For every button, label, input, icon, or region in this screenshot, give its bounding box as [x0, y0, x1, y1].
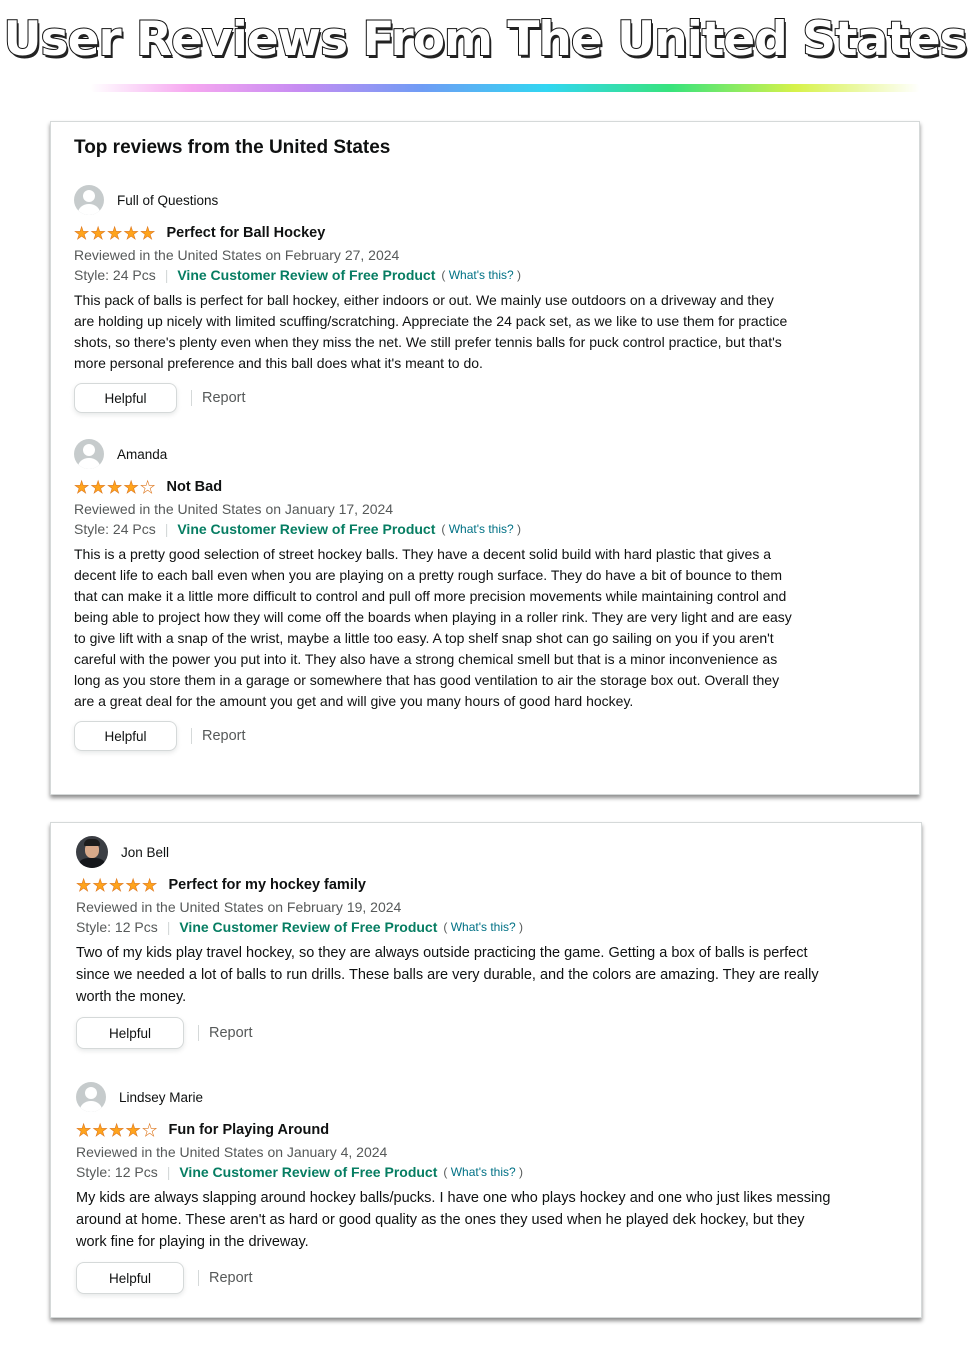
star-empty-icon: ★ [140, 477, 156, 497]
star-rating[interactable]: ★ ★ ★ ★ ★ [76, 1120, 159, 1140]
review-date: Reviewed in the United States on January… [74, 501, 394, 517]
reviewer-profile[interactable]: Lindsey Marie [76, 1081, 836, 1113]
star-filled-icon: ★ [92, 1120, 108, 1140]
whats-this: ( What's this? ) [441, 268, 522, 282]
star-filled-icon: ★ [76, 875, 92, 895]
star-filled-icon: ★ [142, 875, 158, 895]
review-title[interactable]: Perfect for my hockey family [169, 877, 366, 893]
star-filled-icon: ★ [125, 1120, 141, 1140]
helpful-button[interactable]: Helpful [74, 383, 177, 413]
separator: | [164, 521, 169, 537]
star-empty-icon: ★ [142, 1120, 158, 1140]
review-body: Two of my kids play travel hockey, so th… [76, 945, 819, 1005]
whats-this-link[interactable]: What's this? [451, 920, 516, 934]
helpful-button[interactable]: Helpful [74, 721, 177, 751]
style-variant[interactable]: Style: 12 Pcs [76, 917, 158, 938]
whats-this-link[interactable]: What's this? [449, 522, 514, 536]
reviews-card-2: Jon Bell ★ ★ ★ ★ ★ Perfect for my hockey fam… [50, 822, 922, 1318]
star-filled-icon: ★ [74, 223, 90, 243]
star-rating[interactable]: ★ ★ ★ ★ ★ [76, 875, 159, 895]
whats-this-link[interactable]: What's this? [451, 1165, 516, 1179]
star-filled-icon: ★ [74, 477, 90, 497]
divider [198, 1270, 199, 1286]
reviewer-name: Amanda [117, 446, 168, 462]
whats-this: ( What's this? ) [443, 920, 524, 934]
divider [198, 1025, 199, 1041]
separator: | [166, 1164, 171, 1180]
reviewer-name: Full of Questions [117, 192, 219, 208]
vine-badge: Vine Customer Review of Free Product [177, 267, 436, 283]
star-filled-icon: ★ [109, 875, 125, 895]
review-title[interactable]: Perfect for Ball Hockey [167, 225, 326, 241]
star-filled-icon: ★ [90, 477, 106, 497]
divider [191, 728, 192, 744]
review-date: Reviewed in the United States on Februar… [74, 247, 400, 263]
report-link[interactable]: Report [202, 390, 246, 406]
star-filled-icon: ★ [107, 223, 123, 243]
star-rating[interactable]: ★ ★ ★ ★ ★ [74, 223, 157, 243]
reviewer-profile[interactable]: Amanda [74, 438, 794, 470]
banner-title: User Reviews From The United States [2, 11, 968, 68]
review: Amanda ★ ★ ★ ★ ★ Not Bad Reviewed in the Uni… [74, 438, 794, 751]
star-filled-icon: ★ [109, 1120, 125, 1140]
default-avatar-icon [74, 185, 104, 215]
divider [191, 390, 192, 406]
reviewer-profile[interactable]: Jon Bell [76, 836, 836, 868]
default-avatar-icon [74, 439, 104, 469]
review: Full of Questions ★ ★ ★ ★ ★ Perfect for Ball… [74, 184, 794, 413]
vine-badge: Vine Customer Review of Free Product [179, 1164, 438, 1180]
reviewer-name: Jon Bell [121, 844, 170, 860]
profile-photo-avatar [76, 836, 108, 868]
report-link[interactable]: Report [202, 728, 246, 744]
separator: | [164, 267, 169, 283]
whats-this: ( What's this? ) [441, 522, 522, 536]
star-filled-icon: ★ [123, 477, 139, 497]
style-variant[interactable]: Style: 24 Pcs [74, 265, 156, 286]
report-link[interactable]: Report [209, 1270, 253, 1286]
star-filled-icon: ★ [140, 223, 156, 243]
reviewer-name: Lindsey Marie [119, 1089, 204, 1105]
vine-badge: Vine Customer Review of Free Product [177, 521, 436, 537]
star-rating[interactable]: ★ ★ ★ ★ ★ [74, 477, 157, 497]
vine-badge: Vine Customer Review of Free Product [179, 919, 438, 935]
review-date: Reviewed in the United States on January… [76, 1144, 388, 1160]
star-filled-icon: ★ [76, 1120, 92, 1140]
review: Jon Bell ★ ★ ★ ★ ★ Perfect for my hockey fam… [76, 836, 836, 1049]
whats-this-link[interactable]: What's this? [449, 268, 514, 282]
style-variant[interactable]: Style: 24 Pcs [74, 519, 156, 540]
star-filled-icon: ★ [92, 875, 108, 895]
review: Lindsey Marie ★ ★ ★ ★ ★ Fun for Playing Arou… [76, 1081, 836, 1294]
section-title: Top reviews from the United States [74, 137, 391, 158]
style-variant[interactable]: Style: 12 Pcs [76, 1162, 158, 1183]
review-body: This is a pretty good selection of stree… [74, 546, 792, 709]
review-date: Reviewed in the United States on Februar… [76, 899, 402, 915]
review-body: My kids are always slapping around hocke… [76, 1190, 831, 1250]
star-filled-icon: ★ [90, 223, 106, 243]
default-avatar-icon [76, 1082, 106, 1112]
reviews-card-1: Top reviews from the United States Full … [50, 121, 920, 795]
separator: | [166, 919, 171, 935]
rainbow-divider [90, 84, 920, 92]
star-filled-icon: ★ [125, 875, 141, 895]
report-link[interactable]: Report [209, 1025, 253, 1041]
review-title[interactable]: Fun for Playing Around [169, 1122, 330, 1138]
star-filled-icon: ★ [107, 477, 123, 497]
review-title[interactable]: Not Bad [167, 479, 223, 495]
whats-this: ( What's this? ) [443, 1165, 524, 1179]
reviewer-profile[interactable]: Full of Questions [74, 184, 794, 216]
star-filled-icon: ★ [123, 223, 139, 243]
review-body: This pack of balls is perfect for ball h… [74, 292, 788, 371]
helpful-button[interactable]: Helpful [76, 1262, 184, 1294]
helpful-button[interactable]: Helpful [76, 1017, 184, 1049]
